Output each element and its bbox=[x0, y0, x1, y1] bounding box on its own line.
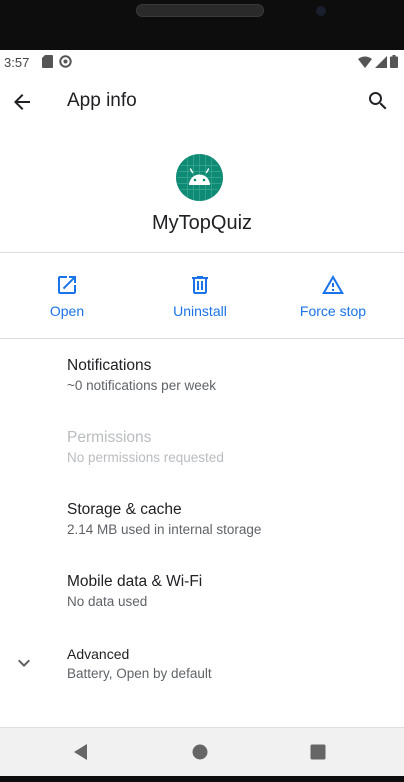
advanced-summary: Battery, Open by default bbox=[67, 666, 212, 681]
device-frame-top bbox=[0, 0, 404, 50]
mobile-data-wifi-item[interactable]: Mobile data & Wi-Fi No data used bbox=[0, 555, 404, 627]
search-icon[interactable] bbox=[366, 89, 390, 113]
nav-recents-icon[interactable] bbox=[306, 740, 330, 764]
force-stop-button[interactable]: Force stop bbox=[266, 253, 400, 338]
force-stop-label: Force stop bbox=[299, 303, 367, 319]
permissions-item: Permissions No permissions requested bbox=[0, 411, 404, 483]
status-notification-icons bbox=[42, 55, 72, 68]
notifications-title: Notifications bbox=[67, 357, 152, 374]
advanced-title: Advanced bbox=[67, 646, 130, 662]
page-title: App info bbox=[67, 90, 137, 111]
system-navigation-bar bbox=[0, 727, 404, 776]
wifi-icon bbox=[358, 56, 372, 68]
trash-icon bbox=[192, 276, 208, 294]
uninstall-label: Uninstall bbox=[173, 303, 227, 319]
notifications-summary: ~0 notifications per week bbox=[67, 378, 216, 393]
open-label: Open bbox=[49, 303, 85, 319]
status-time: 3:57 bbox=[4, 55, 30, 70]
android-app-icon bbox=[176, 154, 223, 201]
uninstall-button[interactable]: Uninstall bbox=[133, 253, 267, 338]
status-bar: 3:57 bbox=[0, 50, 404, 74]
back-arrow-icon[interactable] bbox=[10, 90, 34, 114]
mobile-data-wifi-title: Mobile data & Wi-Fi bbox=[67, 573, 203, 590]
battery-icon bbox=[390, 55, 398, 68]
sync-icon bbox=[59, 55, 72, 68]
storage-cache-item[interactable]: Storage & cache 2.14 MB used in internal… bbox=[0, 483, 404, 555]
app-header: MyTopQuiz bbox=[0, 130, 404, 252]
status-system-icons bbox=[358, 55, 398, 68]
open-button[interactable]: Open bbox=[0, 253, 134, 338]
app-bar: App info bbox=[0, 74, 404, 130]
permissions-summary: No permissions requested bbox=[67, 450, 224, 465]
nav-back-icon[interactable] bbox=[69, 740, 93, 764]
nav-home-icon[interactable] bbox=[188, 740, 212, 764]
chevron-down-icon bbox=[18, 659, 30, 667]
warning-icon bbox=[322, 275, 344, 294]
mobile-data-wifi-summary: No data used bbox=[67, 594, 148, 609]
action-buttons-row: Open Uninstall Force stop bbox=[0, 253, 404, 338]
screen: 3:57 App info MyTopQuiz Open Uninstall F… bbox=[0, 50, 404, 776]
sd-card-icon bbox=[42, 55, 53, 68]
storage-cache-summary: 2.14 MB used in internal storage bbox=[67, 522, 262, 537]
device-frame-bottom bbox=[0, 776, 404, 782]
cell-signal-icon bbox=[375, 55, 387, 68]
storage-cache-title: Storage & cache bbox=[67, 501, 182, 518]
app-name: MyTopQuiz bbox=[151, 212, 253, 234]
open-in-new-icon bbox=[58, 276, 76, 294]
advanced-item[interactable]: Advanced Battery, Open by default bbox=[0, 627, 404, 699]
permissions-title: Permissions bbox=[67, 429, 152, 446]
notifications-item[interactable]: Notifications ~0 notifications per week bbox=[0, 339, 404, 411]
front-camera bbox=[316, 6, 326, 16]
speaker-grille bbox=[136, 4, 264, 17]
